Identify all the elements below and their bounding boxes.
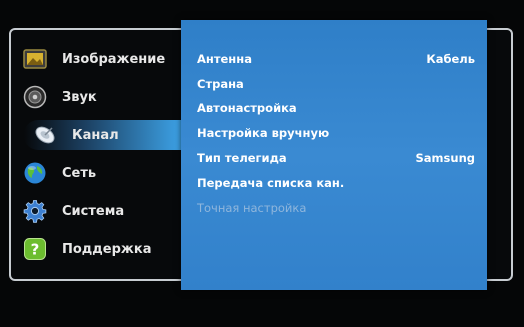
menu-item-label: Страна <box>197 77 244 91</box>
menu-item-value: Samsung <box>415 151 475 165</box>
sidebar-item-label: Поддержка <box>62 241 152 257</box>
sidebar-item-channel[interactable]: Канал <box>24 120 202 150</box>
sidebar-item-support[interactable]: ? Поддержка <box>14 234 184 264</box>
satellite-dish-icon <box>32 122 58 148</box>
menu-item-label: Автонастройка <box>197 101 297 115</box>
menu-item-channel-list-transfer[interactable]: Передача списка кан. <box>197 172 475 194</box>
picture-icon <box>22 46 48 72</box>
sidebar-item-system[interactable]: Система <box>14 196 184 226</box>
sidebar-item-picture[interactable]: Изображение <box>14 44 184 74</box>
channel-settings-panel: Антенна Кабель Страна Автонастройка Наст… <box>181 20 487 290</box>
menu-item-label: Антенна <box>197 52 252 66</box>
sidebar-item-label: Изображение <box>62 51 166 67</box>
menu-item-label: Передача списка кан. <box>197 176 345 190</box>
gear-icon <box>22 198 48 224</box>
sidebar-item-label: Звук <box>62 89 97 105</box>
sidebar-item-label: Система <box>62 203 125 219</box>
svg-text:?: ? <box>31 241 40 259</box>
sidebar-item-sound[interactable]: Звук <box>14 82 184 112</box>
menu-item-antenna[interactable]: Антенна Кабель <box>197 48 475 70</box>
menu-item-label: Тип телегида <box>197 151 287 165</box>
speaker-icon <box>22 84 48 110</box>
menu-item-country[interactable]: Страна <box>197 73 475 95</box>
sidebar-item-label: Канал <box>72 127 119 143</box>
menu-item-guide-type[interactable]: Тип телегида Samsung <box>197 147 475 169</box>
sidebar-item-network[interactable]: Сеть <box>14 158 184 188</box>
help-icon: ? <box>22 236 48 262</box>
menu-item-fine-tune: Точная настройка <box>197 197 475 219</box>
menu-item-label: Настройка вручную <box>197 126 330 140</box>
menu-item-value: Кабель <box>426 52 475 66</box>
menu-item-manual-tuning[interactable]: Настройка вручную <box>197 122 475 144</box>
menu-item-auto-tuning[interactable]: Автонастройка <box>197 97 475 119</box>
menu-item-label: Точная настройка <box>197 201 307 215</box>
globe-icon <box>22 160 48 186</box>
sidebar-item-label: Сеть <box>62 165 97 181</box>
